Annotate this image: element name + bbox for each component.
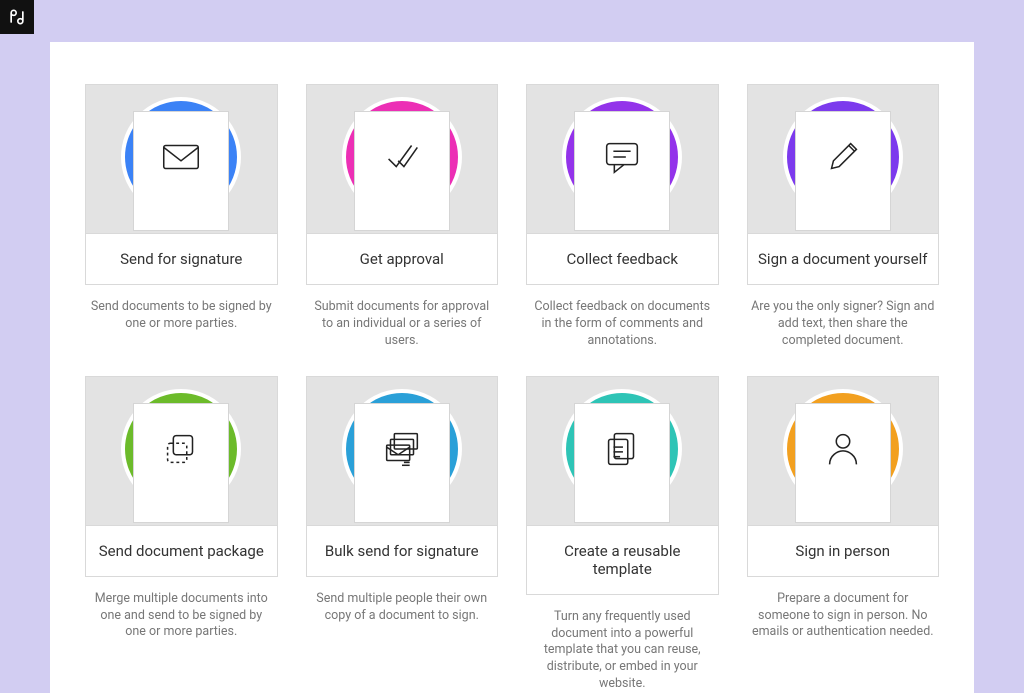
person-icon — [820, 426, 866, 476]
tile-description: Send multiple people their own copy of a… — [306, 591, 499, 625]
comment-icon — [599, 134, 645, 184]
tile-art — [307, 85, 498, 233]
card-sign-in-person: Sign in person Prepare a document for so… — [747, 376, 940, 693]
tile-sign-yourself[interactable]: Sign a document yourself — [747, 84, 940, 285]
tile-title: Bulk send for signature — [307, 525, 498, 576]
app-logo — [0, 0, 34, 34]
action-cards-grid: Send for signature Send documents to be … — [85, 84, 939, 693]
doc-sheet — [574, 403, 670, 523]
card-send-for-signature: Send for signature Send documents to be … — [85, 84, 278, 350]
layers-dashed-icon — [158, 426, 204, 476]
tile-description: Are you the only signer? Sign and add te… — [747, 299, 940, 350]
tile-collect-feedback[interactable]: Collect feedback — [526, 84, 719, 285]
tile-art — [307, 377, 498, 525]
doc-sheet — [574, 111, 670, 231]
doc-sheet — [795, 403, 891, 523]
card-reusable-template: Create a reusable template Turn any freq… — [526, 376, 719, 693]
tile-description: Send documents to be signed by one or mo… — [85, 299, 278, 333]
tile-art — [86, 377, 277, 525]
tile-title: Sign in person — [748, 525, 939, 576]
tile-reusable-template[interactable]: Create a reusable template — [526, 376, 719, 595]
card-get-approval: Get approval Submit documents for approv… — [306, 84, 499, 350]
tile-art — [748, 377, 939, 525]
tile-art — [86, 85, 277, 233]
tile-get-approval[interactable]: Get approval — [306, 84, 499, 285]
double-check-icon — [379, 134, 425, 184]
tile-bulk-send[interactable]: Bulk send for signature — [306, 376, 499, 577]
tile-description: Prepare a document for someone to sign i… — [747, 591, 940, 642]
card-bulk-send: Bulk send for signature Send multiple pe… — [306, 376, 499, 693]
tile-title: Send for signature — [86, 233, 277, 284]
tile-document-package[interactable]: Send document package — [85, 376, 278, 577]
doc-sheet — [354, 403, 450, 523]
envelope-icon — [158, 134, 204, 184]
tile-art — [527, 85, 718, 233]
tile-title: Create a reusable template — [527, 525, 718, 594]
tile-sign-in-person[interactable]: Sign in person — [747, 376, 940, 577]
main-panel: Send for signature Send documents to be … — [50, 42, 974, 693]
tile-art — [748, 85, 939, 233]
template-icon — [599, 426, 645, 476]
pencil-icon — [820, 134, 866, 184]
tile-description: Merge multiple documents into one and se… — [85, 591, 278, 642]
tile-description: Turn any frequently used document into a… — [526, 609, 719, 693]
tile-description: Submit documents for approval to an indi… — [306, 299, 499, 350]
tile-send-for-signature[interactable]: Send for signature — [85, 84, 278, 285]
card-collect-feedback: Collect feedback Collect feedback on doc… — [526, 84, 719, 350]
tile-art — [527, 377, 718, 525]
tile-title: Get approval — [307, 233, 498, 284]
tile-title: Send document package — [86, 525, 277, 576]
card-sign-yourself: Sign a document yourself Are you the onl… — [747, 84, 940, 350]
doc-sheet — [133, 111, 229, 231]
tile-description: Collect feedback on documents in the for… — [526, 299, 719, 350]
stacked-envelopes-icon — [379, 426, 425, 476]
card-document-package: Send document package Merge multiple doc… — [85, 376, 278, 693]
doc-sheet — [795, 111, 891, 231]
tile-title: Sign a document yourself — [748, 233, 939, 284]
doc-sheet — [133, 403, 229, 523]
doc-sheet — [354, 111, 450, 231]
tile-title: Collect feedback — [527, 233, 718, 284]
